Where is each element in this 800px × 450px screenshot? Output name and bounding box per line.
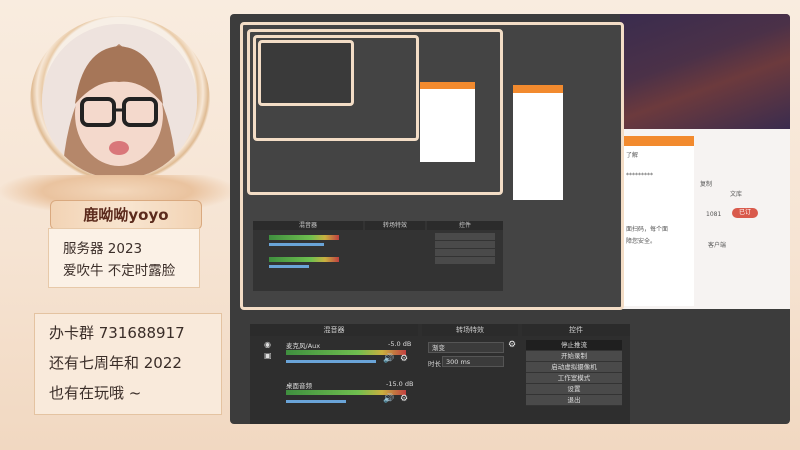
nested-frame-2 [247, 29, 503, 195]
nested-control-btn[interactable] [435, 233, 495, 241]
web-banner [620, 14, 790, 129]
popup-text-3: 障您安全。 [626, 238, 657, 245]
nested-dock-mixer: 混音器 [253, 221, 363, 230]
nested-control-btn[interactable] [435, 249, 495, 257]
obs-docks: 混音器 麦克风/Aux -5.0 dB 🔊 ⚙ 桌面音频 -15.0 dB 🔊 … [250, 324, 630, 424]
nested-dock-transitions: 转场特效 [365, 221, 425, 230]
mixer-track-1-db: -5.0 dB [388, 340, 412, 348]
mixer-track-1-volume-slider[interactable] [286, 360, 376, 363]
nested-frame-3 [253, 35, 419, 141]
start-virtual-camera-button[interactable]: 启动虚拟摄像机 [526, 362, 622, 373]
screen-capture: 了解 ********* 面扫码，每个面 障您安全。 复制 文库 1081 已订… [230, 14, 790, 424]
nested-popup-1 [513, 85, 563, 200]
streamer-name: 鹿呦呦yoyo [50, 200, 202, 230]
group-note: 也有在玩哦 ~ [49, 384, 142, 402]
nested-slider-1[interactable] [269, 243, 324, 246]
popup-header [622, 136, 694, 146]
mixer-track-2-gear-icon[interactable]: ⚙ [400, 394, 408, 404]
transition-duration-input[interactable]: 300 ms [442, 356, 504, 367]
group-anniversary: 还有七周年和 2022 [49, 354, 182, 372]
nested-control-btn[interactable] [435, 241, 495, 249]
group-info-box: 办卡群 731688917 还有七周年和 2022 也有在玩哦 ~ [34, 313, 222, 415]
nested-popup-header [420, 82, 475, 89]
web-popup: 了解 ********* 面扫码，每个面 障您安全。 [622, 136, 694, 306]
dock-transitions-title: 转场特效 [422, 324, 518, 336]
web-badge[interactable]: 已订 [732, 208, 758, 218]
nested-obs-docks: 混音器 转场特效 控件 [253, 221, 503, 291]
web-count: 1081 [706, 211, 722, 218]
mixer-track-1-name: 麦克风/Aux [286, 342, 321, 350]
group-number: 办卡群 731688917 [49, 324, 185, 342]
popup-text-1: 了解 [626, 152, 639, 159]
mixer-track-2-db: -15.0 dB [386, 380, 414, 388]
lock-icon[interactable]: ▣ [264, 351, 272, 360]
nested-meter-2 [269, 257, 339, 262]
mixer-track-1-gear-icon[interactable]: ⚙ [400, 354, 408, 364]
web-tab-library[interactable]: 文库 [730, 189, 742, 198]
transition-gear-icon[interactable]: ⚙ [508, 340, 516, 350]
studio-mode-button[interactable]: 工作室模式 [526, 373, 622, 384]
mixer-track-2-name: 桌面音频 [286, 382, 312, 390]
exit-button[interactable]: 退出 [526, 395, 622, 406]
nested-control-btn[interactable] [435, 257, 495, 265]
mixer-track-1-speaker-icon[interactable]: 🔊 [383, 354, 394, 364]
stop-streaming-button[interactable]: 停止推流 [526, 340, 622, 351]
nested-frame-1: 混音器 转场特效 控件 [240, 22, 624, 310]
nested-popup-2 [420, 82, 475, 162]
streamer-face-image [42, 24, 197, 179]
avatar [42, 24, 197, 179]
transition-duration-label: 时长 [428, 360, 441, 368]
popup-text-2: 面扫码，每个面 [626, 226, 669, 233]
nested-dock-controls: 控件 [427, 221, 503, 230]
transition-type-select[interactable]: 渐变 [428, 342, 504, 353]
copy-link[interactable]: 复制 [700, 179, 712, 188]
dock-controls-title: 控件 [522, 324, 630, 336]
mixer-track-2-speaker-icon[interactable]: 🔊 [383, 394, 394, 404]
popup-password: ********* [626, 172, 653, 179]
streamer-info-box: 服务器 2023 爱吹牛 不定时露脸 [48, 228, 200, 288]
info-server: 服务器 2023 [63, 241, 143, 257]
web-tab-client[interactable]: 客户端 [708, 240, 726, 249]
start-recording-button[interactable]: 开始录制 [526, 351, 622, 362]
nested-popup-1-header [513, 85, 563, 93]
nested-meter-1 [269, 235, 339, 240]
info-description: 爱吹牛 不定时露脸 [63, 263, 176, 279]
visibility-eye-icon[interactable]: ◉ [264, 340, 271, 349]
nested-slider-2[interactable] [269, 265, 309, 268]
mixer-track-2-volume-slider[interactable] [286, 400, 346, 403]
nested-frame-4 [258, 40, 354, 106]
dock-mixer-title: 混音器 [250, 324, 418, 336]
settings-button[interactable]: 设置 [526, 384, 622, 395]
